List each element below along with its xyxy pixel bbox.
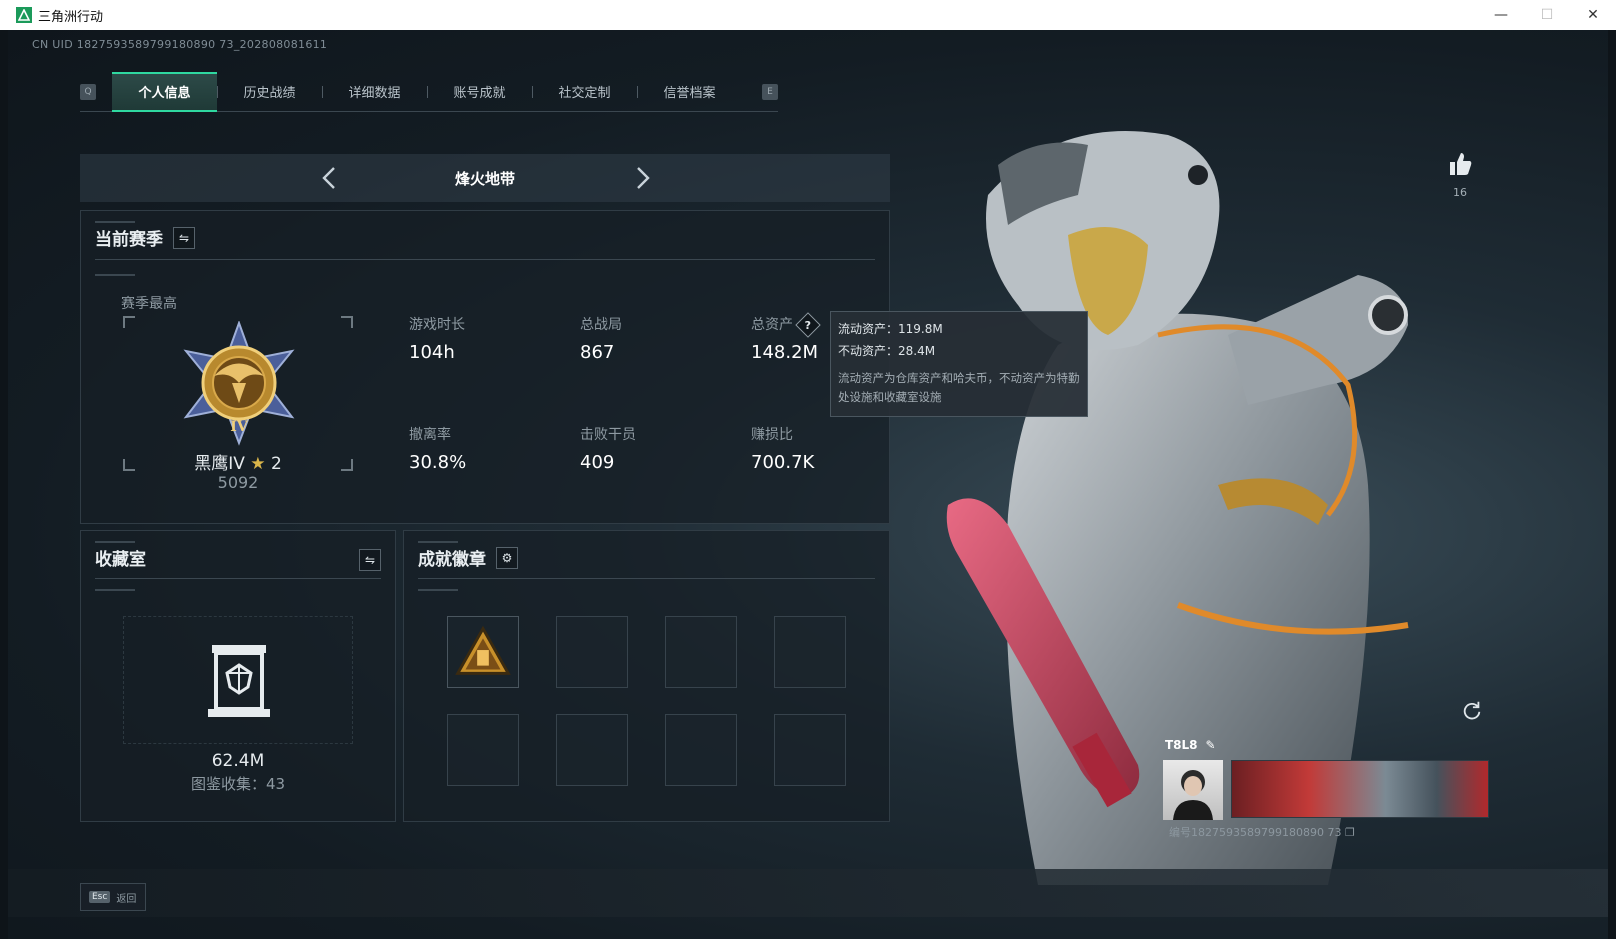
tab-social-custom[interactable]: 社交定制 xyxy=(532,72,637,112)
tab-history[interactable]: 历史战绩 xyxy=(217,72,322,112)
stat-value: 409 xyxy=(580,452,615,473)
mode-title: 烽火地带 xyxy=(454,169,515,188)
current-season-panel: 当前赛季 ⇋ 赛季最高 IV 黑鹰IV ★ 2 5092 游戏时长 104h 总… xyxy=(80,210,890,524)
mode-prev-arrow-icon[interactable] xyxy=(316,164,344,192)
stat-label-row: 总资产? xyxy=(751,312,821,338)
rank-star-count: 2 xyxy=(270,454,282,474)
stat-label: 游戏时长 xyxy=(409,317,465,333)
rank-star-icon: ★ xyxy=(250,454,266,474)
game-screen: CN UID 1827593589799180890 73_2028080816… xyxy=(8,30,1608,939)
achievement-slot[interactable] xyxy=(556,714,628,786)
black-hawk-rank-icon: IV xyxy=(174,320,304,446)
tab-detailed-data[interactable]: 详细数据 xyxy=(322,72,427,112)
window-titlebar: 三角洲行动 — ☐ ✕ xyxy=(0,0,1616,30)
collection-room-panel: 收藏室 ⇋ 62.4M 图鉴收集：43 xyxy=(80,530,396,822)
like-count: 16 xyxy=(1453,186,1467,199)
tooltip-fixed-assets: 不动资产：28.4M xyxy=(838,344,936,358)
mode-selector: 烽火地带 xyxy=(80,154,890,202)
achievement-slot[interactable] xyxy=(556,616,628,688)
player-card: T8L8 ✎ 编号1827593589799180890 73 ❐ xyxy=(1163,738,1493,848)
achievement-slot[interactable] xyxy=(774,616,846,688)
achievement-slot[interactable] xyxy=(665,714,737,786)
tab-personal-info[interactable]: 个人信息 xyxy=(112,71,217,112)
tab-achievements[interactable]: 账号成就 xyxy=(427,72,532,112)
help-icon[interactable]: ? xyxy=(795,312,821,338)
warning-badge-icon xyxy=(455,625,511,675)
stat-value: 700.7K xyxy=(751,452,815,473)
thumbs-up-icon xyxy=(1450,153,1472,175)
switch-collection-icon[interactable]: ⇋ xyxy=(359,549,381,571)
stat-value: 867 xyxy=(580,342,615,363)
avatar[interactable] xyxy=(1163,760,1223,820)
maximize-button[interactable]: ☐ xyxy=(1524,0,1570,30)
esc-key: Esc xyxy=(89,891,111,903)
tooltip-note: 流动资产为仓库资产和哈夫币，不动资产为特勤处设施和收藏室设施 xyxy=(838,371,1080,404)
stat-label: 总资产 xyxy=(751,317,793,333)
achievement-slot[interactable] xyxy=(665,616,737,688)
gear-icon[interactable]: ⚙ xyxy=(496,546,518,569)
stat-label: 击败干员 xyxy=(580,427,636,443)
stat-label: 总战局 xyxy=(580,317,622,333)
tab-prev-key[interactable]: Q xyxy=(80,83,96,100)
bottom-bar xyxy=(8,869,1608,917)
achievement-slot[interactable] xyxy=(774,714,846,786)
player-name-row: T8L8 ✎ xyxy=(1165,738,1216,752)
uid-label: CN UID 1827593589799180890 73_2028080816… xyxy=(32,38,328,51)
display-case-icon[interactable] xyxy=(206,641,272,721)
minimize-button[interactable]: — xyxy=(1478,0,1524,30)
stat-total-matches: 总战局 867 xyxy=(580,314,622,363)
close-button[interactable]: ✕ xyxy=(1570,0,1616,30)
copy-icon[interactable]: ❐ xyxy=(1345,826,1355,839)
tooltip-liquid-assets: 流动资产：119.8M xyxy=(838,322,943,336)
svg-text:IV: IV xyxy=(230,419,249,435)
stat-extraction-rate: 撤离率 30.8% xyxy=(409,424,466,473)
stat-value: 30.8% xyxy=(409,452,467,473)
mode-next-arrow-icon[interactable] xyxy=(628,164,656,192)
like-button[interactable]: 16 xyxy=(1440,150,1480,199)
achievement-slot[interactable] xyxy=(447,714,519,786)
player-id: 编号1827593589799180890 73 ❐ xyxy=(1169,824,1355,840)
achievements-title: 成就徽章 xyxy=(418,550,486,570)
stat-total-assets: 总资产? 148.2M xyxy=(751,312,821,363)
edit-pencil-icon[interactable]: ✎ xyxy=(1206,738,1216,752)
player-id-text: 编号1827593589799180890 73 xyxy=(1169,826,1342,839)
stat-profit-loss-ratio: 赚损比 700.7K xyxy=(751,424,814,473)
tab-credit-record[interactable]: 信誉档案 xyxy=(637,72,742,112)
stat-label: 赚损比 xyxy=(751,427,793,443)
player-name: T8L8 xyxy=(1165,738,1198,752)
esc-back-button[interactable]: Esc 返回 xyxy=(80,883,146,911)
back-label: 返回 xyxy=(116,893,137,905)
tab-next-key[interactable]: E xyxy=(762,83,778,100)
assets-tooltip: 流动资产：119.8M 不动资产：28.4M 流动资产为仓库资产和哈夫币，不动资… xyxy=(830,311,1088,417)
collection-title: 收藏室 xyxy=(95,550,146,570)
window-title: 三角洲行动 xyxy=(38,9,104,25)
stat-play-time: 游戏时长 104h xyxy=(409,314,465,363)
achievement-badges-panel: 成就徽章 ⚙ xyxy=(403,530,890,822)
season-best-label: 赛季最高 xyxy=(121,296,177,312)
rank-name: 黑鹰IV ★ 2 xyxy=(123,449,353,474)
switch-season-icon[interactable]: ⇋ xyxy=(173,226,195,249)
stat-value: 104h xyxy=(409,342,455,363)
rank-points: 5092 xyxy=(217,473,259,492)
player-banner-image[interactable] xyxy=(1231,760,1489,818)
rank-name-text: 黑鹰IV xyxy=(194,454,245,474)
stat-operators-killed: 击败干员 409 xyxy=(580,424,636,473)
stat-label: 撤离率 xyxy=(409,427,451,443)
collection-value: 62.4M xyxy=(211,751,265,771)
profile-tabs: Q 个人信息 历史战绩 详细数据 账号成就 社交定制 信誉档案 E xyxy=(80,71,778,112)
refresh-icon[interactable] xyxy=(1460,698,1484,722)
stat-value: 148.2M xyxy=(751,342,819,363)
app-logo-icon xyxy=(16,7,32,23)
achievement-slot[interactable] xyxy=(447,616,519,688)
collection-count: 图鉴收集：43 xyxy=(190,775,286,793)
season-title: 当前赛季 xyxy=(95,230,163,250)
